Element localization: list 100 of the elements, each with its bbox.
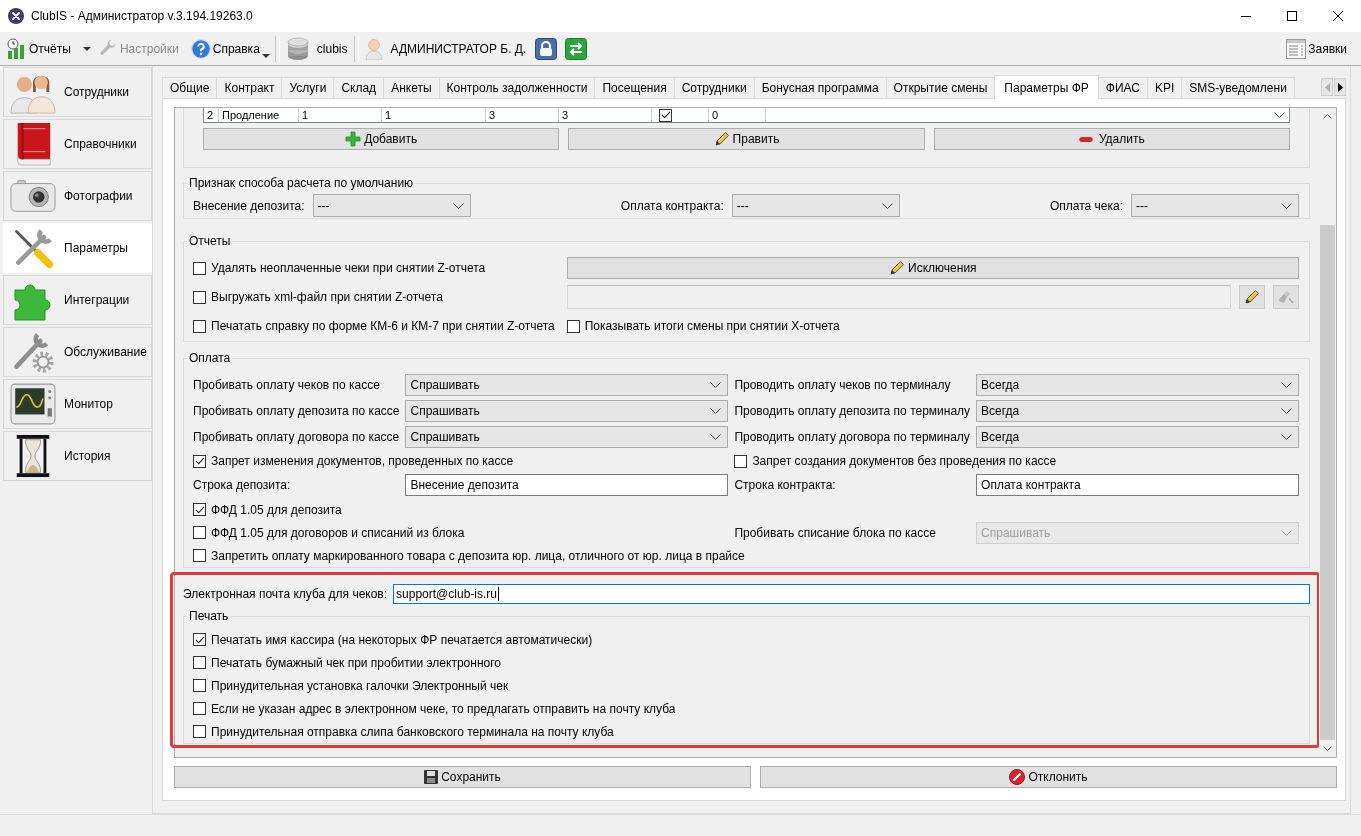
cancel-button[interactable]: Отклонить	[760, 766, 1337, 788]
table-cell: 3	[562, 108, 569, 122]
close-icon	[1333, 11, 1343, 21]
checkbox[interactable]	[193, 725, 206, 738]
chevron-down-icon	[452, 202, 464, 209]
pencil-icon	[713, 131, 730, 147]
dropdown[interactable]: Спрашивать	[405, 400, 729, 422]
checkbox[interactable]	[193, 679, 206, 692]
window-title: ClubIS - Администратор v.3.194.19263.0	[31, 9, 253, 23]
text-field[interactable]: Внесение депозита	[405, 474, 729, 496]
triangle-left-icon	[1324, 82, 1330, 92]
caret-down-icon	[82, 46, 91, 51]
sidebar-item[interactable]: Фотографии	[3, 171, 152, 221]
checkbox[interactable]	[193, 319, 206, 333]
sidebar-item[interactable]: Интеграции	[3, 275, 152, 325]
chevron-down-icon	[710, 408, 722, 414]
checkbox[interactable]	[193, 526, 206, 539]
table-cell: 1	[385, 108, 392, 122]
checkbox-label: Запрет создания документов без проведения по кассе	[752, 454, 1057, 468]
field-label: Внесение депозита:	[193, 198, 305, 213]
app-logo-icon	[8, 8, 24, 24]
save-button[interactable]: Сохранить	[174, 766, 751, 788]
table-cell: 0	[712, 108, 719, 122]
tab[interactable]: Открытие смены	[885, 77, 996, 98]
checkbox-label: Принудительная отправка слипа банковского терминала на почту клуба	[211, 724, 614, 739]
sidebar-item[interactable]: История	[3, 431, 152, 481]
checkbox[interactable]	[659, 108, 672, 122]
checkbox[interactable]	[193, 261, 206, 275]
help-button[interactable]: Справка	[188, 34, 271, 63]
sidebar-item[interactable]: Сотрудники	[3, 67, 152, 117]
checkbox[interactable]	[193, 702, 206, 715]
swap-arrows-icon	[565, 37, 588, 60]
switch-user-button[interactable]	[564, 36, 589, 61]
field-label: Пробивать оплату договора по кассе	[193, 430, 400, 444]
checkbox[interactable]	[193, 454, 206, 468]
tab[interactable]: Бонусная программа	[753, 77, 887, 98]
action-button[interactable]: Удалить	[933, 128, 1290, 150]
dropdown[interactable]: Спрашивать	[405, 426, 729, 448]
text-field[interactable]: Оплата контракта	[976, 474, 1299, 496]
list-icon	[1286, 37, 1307, 60]
email-field[interactable]: support@club-is.ru	[393, 584, 1310, 604]
monitor-icon	[10, 382, 56, 426]
checkbox[interactable]	[734, 454, 748, 468]
chevron-down-icon	[1281, 529, 1292, 536]
checkbox-label: Запрет изменения документов, проведенных по кассе	[211, 454, 514, 468]
database-button[interactable]: clubis	[283, 34, 350, 63]
lock-button[interactable]	[534, 36, 559, 61]
field-label: Оплата контракта:	[620, 198, 724, 213]
chevron-down-icon	[1323, 746, 1332, 751]
edit-button[interactable]	[1239, 285, 1265, 309]
tab[interactable]: Склад	[333, 77, 385, 98]
chevron-down-icon	[1281, 408, 1292, 414]
scrollbar-thumb[interactable]	[1320, 225, 1335, 740]
tab[interactable]: Контроль задолженности	[438, 77, 596, 98]
sidebar-item[interactable]: Параметры	[3, 223, 152, 273]
tab[interactable]: Сотрудники	[673, 77, 755, 98]
text-cursor-icon	[497, 587, 499, 601]
tab[interactable]: Посещения	[594, 77, 675, 98]
dropdown[interactable]: ---	[312, 194, 471, 217]
sidebar-item[interactable]: Монитор	[3, 379, 152, 429]
checkbox[interactable]	[193, 633, 206, 646]
sidebar-item[interactable]: Обслуживание	[3, 327, 152, 377]
exceptions-button[interactable]: Исключения	[566, 257, 1299, 279]
table-row[interactable]: 2 Продление 1 1 3 3 0	[203, 108, 1290, 123]
group-title: Признак способа расчета по умолчанию	[188, 176, 415, 190]
checkbox-label: Принудительная установка галочки Электронный чек	[211, 678, 509, 693]
user-button[interactable]: АДМИНИСТРАТОР Б. Д.	[362, 34, 529, 63]
triangle-right-icon	[1337, 82, 1343, 92]
lock-icon	[535, 37, 558, 60]
checkbox[interactable]	[193, 290, 206, 304]
reports-button[interactable]: Отчёты	[5, 34, 73, 63]
checkbox[interactable]	[566, 319, 580, 333]
dropdown[interactable]: ---	[1131, 194, 1299, 217]
requests-button[interactable]: Заявки	[1284, 34, 1349, 63]
dropdown[interactable]: Всегда	[976, 426, 1299, 448]
table-cell: Продление	[222, 108, 280, 122]
cancel-icon	[1009, 769, 1026, 785]
sidebar-item[interactable]: Справочники	[3, 119, 152, 169]
dropdown[interactable]: ---	[731, 194, 900, 217]
tab[interactable]: Контракт	[216, 77, 283, 98]
action-button[interactable]: Править	[568, 128, 925, 150]
brush-icon	[1278, 289, 1294, 305]
action-button[interactable]: Добавить	[203, 128, 560, 150]
checkbox[interactable]	[193, 549, 206, 562]
bar-chart-icon	[7, 37, 27, 60]
chevron-down-icon	[881, 202, 893, 209]
scroll-right-button[interactable]	[1334, 78, 1346, 96]
checkbox[interactable]	[193, 503, 206, 516]
tab[interactable]: Параметры ФР	[994, 75, 1099, 99]
checkbox-label: Печатать справку по форме КМ-6 и КМ-7 при снятии Z-отчета	[211, 319, 555, 333]
dropdown[interactable]: Всегда	[976, 374, 1299, 396]
dropdown[interactable]: Всегда	[976, 400, 1299, 422]
tab[interactable]: SMS-уведомлени	[1181, 77, 1295, 98]
chevron-down-icon	[1281, 382, 1292, 388]
tab[interactable]: Общие	[162, 77, 218, 98]
field-label: Оплата чека:	[1049, 198, 1123, 213]
checkbox[interactable]	[193, 656, 206, 669]
dropdown[interactable]: Спрашивать	[405, 374, 729, 396]
tab[interactable]: Услуги	[281, 77, 335, 98]
chevron-down-icon	[1274, 112, 1285, 118]
